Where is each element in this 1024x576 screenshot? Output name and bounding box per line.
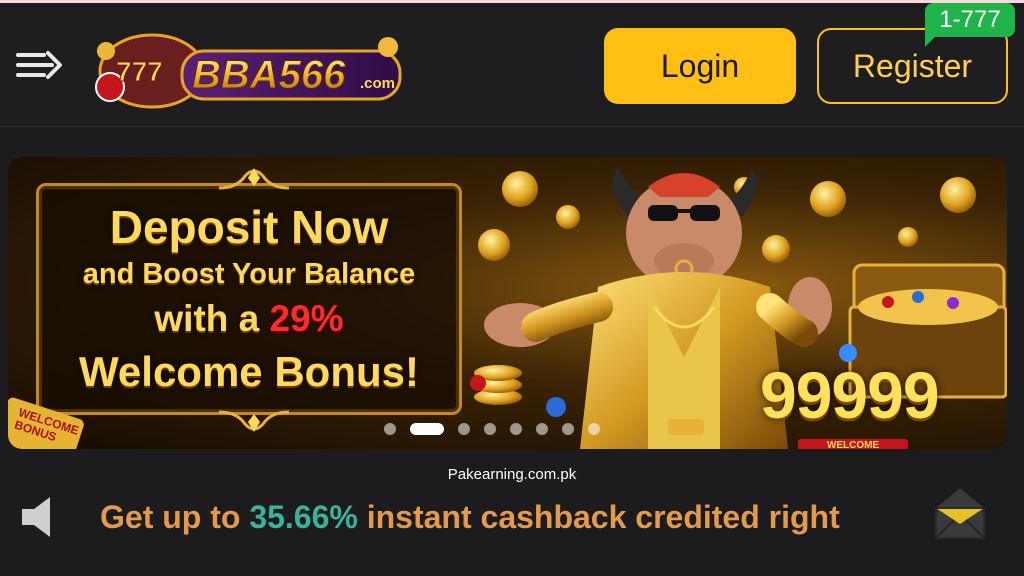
logo-text: BBA566 (192, 53, 346, 97)
logo-suffix: .com (360, 75, 395, 92)
promo-percent-prefix: with a (154, 298, 270, 339)
announcement-marquee: Get up to 35.66% instant cashback credit… (100, 492, 920, 542)
promo-subline: and Boost Your Balance (82, 258, 416, 290)
carousel-dots (384, 423, 600, 435)
promo-banner[interactable]: Deposit Now and Boost Your Balance with … (8, 157, 1007, 449)
welcome-strip: WELCOME (798, 439, 908, 449)
register-bonus-badge: 1-777 (925, 3, 1015, 47)
carousel-dot[interactable] (588, 423, 600, 435)
register-button[interactable]: Register (817, 28, 1008, 104)
login-button[interactable]: Login (604, 28, 796, 104)
frame-ornament-top (219, 168, 289, 190)
carousel-dot[interactable] (384, 423, 396, 435)
site-header: 777 BBA566 .com Login Register (0, 3, 1024, 127)
promo-bonus-line: Welcome Bonus! (79, 348, 419, 395)
promo-headline: Deposit Now (109, 201, 389, 253)
promo-percent-value: 29% (269, 298, 344, 339)
jackpot-number: 99999 (760, 358, 940, 432)
carousel-dot[interactable] (458, 423, 470, 435)
watermark-text: Pakearning.com.pk (447, 466, 577, 483)
carousel-dot[interactable] (510, 423, 522, 435)
menu-button[interactable] (12, 45, 66, 85)
carousel-dot[interactable] (562, 423, 574, 435)
promo-frame: Deposit Now and Boost Your Balance with … (36, 168, 462, 432)
logo-slot-text: 777 (116, 56, 163, 87)
carousel-dot[interactable] (536, 423, 548, 435)
carousel-dot-active[interactable] (410, 423, 444, 435)
marquee-prefix: Get up to (100, 499, 250, 535)
marquee-suffix: instant cashback credited right (357, 499, 840, 535)
mail-icon[interactable] (932, 484, 988, 542)
speaker-icon (22, 497, 50, 537)
menu-arrow-icon (16, 51, 62, 79)
carousel-dot[interactable] (484, 423, 496, 435)
site-logo[interactable]: 777 BBA566 .com (92, 21, 410, 115)
marquee-highlight: 35.66% (249, 499, 358, 535)
frame-ornament-bottom (219, 410, 289, 432)
promo-percent-line: with a 29% (39, 298, 459, 340)
